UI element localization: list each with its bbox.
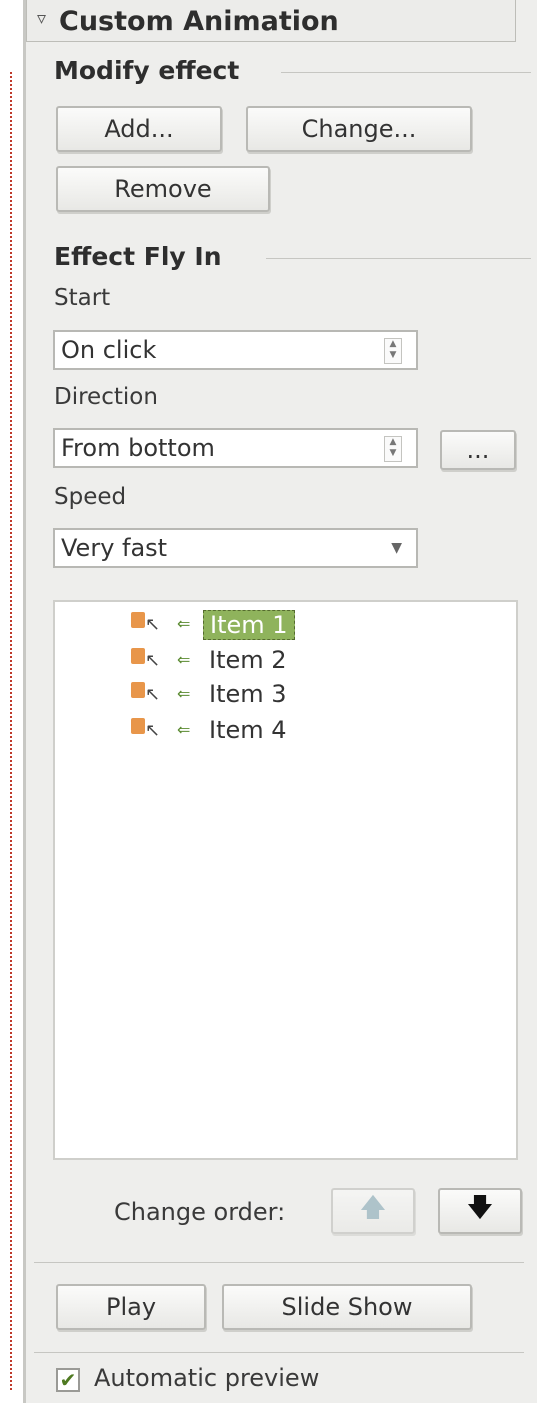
panel-title-bar[interactable]: ▿ Custom Animation — [26, 0, 516, 42]
on-click-cursor-icon: ↖ — [145, 684, 161, 705]
on-click-cursor-icon: ↖ — [145, 720, 161, 741]
start-select-value: On click — [61, 336, 157, 364]
change-order-label: Change order: — [114, 1198, 286, 1226]
panel-title: Custom Animation — [59, 6, 339, 37]
speed-label: Speed — [54, 484, 127, 510]
effect-options-button[interactable]: ... — [440, 430, 516, 470]
fly-in-effect-icon: ⇐ — [177, 650, 191, 669]
animation-list[interactable]: ↖ ⇐ Item 1 ↖ ⇐ Item 2 ↖ ⇐ Item 3 ↖ ⇐ Ite… — [53, 600, 518, 1160]
on-click-cursor-icon: ↖ — [145, 650, 161, 671]
screenshot-canvas: ▿ Custom Animation Modify effect Add... … — [0, 0, 537, 1403]
slide-show-button-label: Slide Show — [281, 1293, 413, 1321]
remove-button[interactable]: Remove — [56, 166, 270, 212]
remove-button-label: Remove — [114, 175, 212, 203]
direction-select[interactable]: From bottom ▲ ▼ — [53, 428, 418, 468]
change-button-label: Change... — [301, 115, 417, 143]
list-item-label: Item 3 — [209, 680, 287, 708]
modify-effect-rule — [281, 72, 531, 73]
list-item[interactable]: ↖ ⇐ Item 3 — [131, 678, 331, 712]
collapse-arrow-icon[interactable]: ▿ — [37, 8, 46, 29]
effect-options-label: ... — [466, 436, 490, 464]
slide-edge-dotted-line — [10, 72, 12, 1390]
on-click-cursor-icon: ↖ — [145, 614, 161, 635]
custom-animation-panel: ▿ Custom Animation Modify effect Add... … — [23, 0, 537, 1403]
slide-object-icon — [131, 718, 145, 734]
list-item-label: Item 1 — [203, 610, 295, 640]
list-item[interactable]: ↖ ⇐ Item 4 — [131, 714, 331, 748]
speed-select[interactable]: Very fast ▼ — [53, 528, 418, 568]
direction-select-value: From bottom — [61, 434, 215, 462]
change-button[interactable]: Change... — [246, 106, 472, 152]
move-up-button[interactable]: 🡅 — [331, 1188, 415, 1234]
list-item[interactable]: ↖ ⇐ Item 1 — [131, 608, 331, 642]
add-button[interactable]: Add... — [56, 106, 222, 152]
move-down-button[interactable]: 🡇 — [438, 1188, 522, 1234]
spin-arrows-icon[interactable]: ▲ ▼ — [384, 338, 402, 364]
start-select[interactable]: On click ▲ ▼ — [53, 330, 418, 370]
effect-rule — [266, 258, 531, 259]
arrow-up-icon: 🡅 — [359, 1193, 387, 1223]
order-divider — [34, 1262, 524, 1263]
play-button-label: Play — [105, 1293, 157, 1321]
arrow-down-icon: 🡇 — [466, 1193, 494, 1223]
start-label: Start — [54, 285, 111, 311]
slide-object-icon — [131, 612, 145, 628]
fly-in-effect-icon: ⇐ — [177, 684, 191, 703]
play-button[interactable]: Play — [56, 1284, 206, 1330]
slide-object-icon — [131, 682, 145, 698]
spin-arrows-icon[interactable]: ▲ ▼ — [384, 436, 402, 462]
effect-heading: Effect Fly In — [54, 242, 222, 271]
playback-divider — [34, 1352, 524, 1353]
list-item-label: Item 2 — [209, 646, 287, 674]
automatic-preview-label: Automatic preview — [94, 1364, 320, 1392]
checkmark-icon: ✔ — [59, 1368, 77, 1392]
direction-label: Direction — [54, 384, 158, 410]
fly-in-effect-icon: ⇐ — [177, 720, 191, 739]
modify-effect-heading: Modify effect — [54, 56, 240, 85]
speed-select-value: Very fast — [61, 534, 168, 562]
automatic-preview-checkbox[interactable]: ✔ — [56, 1368, 80, 1392]
add-button-label: Add... — [104, 115, 174, 143]
fly-in-effect-icon: ⇐ — [177, 614, 191, 633]
list-item-label: Item 4 — [209, 716, 287, 744]
list-item[interactable]: ↖ ⇐ Item 2 — [131, 644, 331, 678]
slide-show-button[interactable]: Slide Show — [222, 1284, 472, 1330]
slide-object-icon — [131, 648, 145, 664]
chevron-down-icon[interactable]: ▼ — [391, 540, 402, 556]
